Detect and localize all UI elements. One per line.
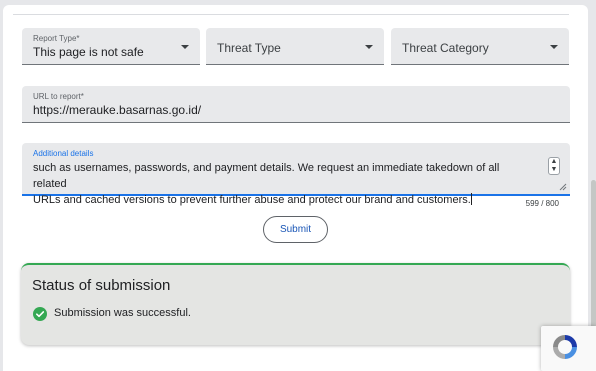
threat-type-placeholder: Threat Type [217, 41, 281, 55]
resize-handle-icon[interactable] [559, 183, 567, 191]
chevron-down-icon [550, 45, 558, 49]
additional-details-text: such as usernames, passwords, and paymen… [33, 160, 528, 208]
report-type-label: Report Type* [33, 34, 80, 43]
additional-details-label: Additional details [33, 149, 94, 158]
submit-button[interactable]: Submit [263, 216, 328, 243]
details-line-with-cursor: URLs and cached versions to prevent furt… [33, 192, 528, 208]
threat-category-placeholder: Threat Category [402, 41, 489, 55]
status-panel: Status of submission Submission was succ… [21, 263, 570, 345]
url-input[interactable]: URL to report* https://merauke.basarnas.… [22, 86, 570, 123]
recaptcha-badge[interactable] [541, 326, 596, 371]
threat-category-select[interactable]: Threat Category [391, 28, 569, 65]
threat-type-select[interactable]: Threat Type [206, 28, 384, 65]
details-line: URLs and cached versions to prevent furt… [33, 194, 471, 206]
additional-details-textarea[interactable]: Additional details such as usernames, pa… [22, 143, 570, 206]
character-counter: 599 / 800 [525, 199, 559, 208]
chevron-down-icon [365, 45, 373, 49]
details-line: such as usernames, passwords, and paymen… [33, 162, 500, 190]
report-type-select[interactable]: Report Type* This page is not safe [22, 28, 200, 65]
status-message: Submission was successful. [54, 307, 191, 319]
url-label: URL to report* [33, 92, 84, 101]
recaptcha-icon [553, 335, 577, 359]
chevron-down-icon [181, 45, 189, 49]
text-cursor [470, 193, 472, 205]
top-divider [13, 14, 569, 15]
check-circle-icon [33, 307, 47, 321]
scroll-arrows-icon[interactable]: ▲ ▼ [548, 157, 560, 175]
status-title: Status of submission [32, 277, 171, 294]
url-value: https://merauke.basarnas.go.id/ [33, 103, 202, 117]
report-type-value: This page is not safe [33, 45, 144, 59]
